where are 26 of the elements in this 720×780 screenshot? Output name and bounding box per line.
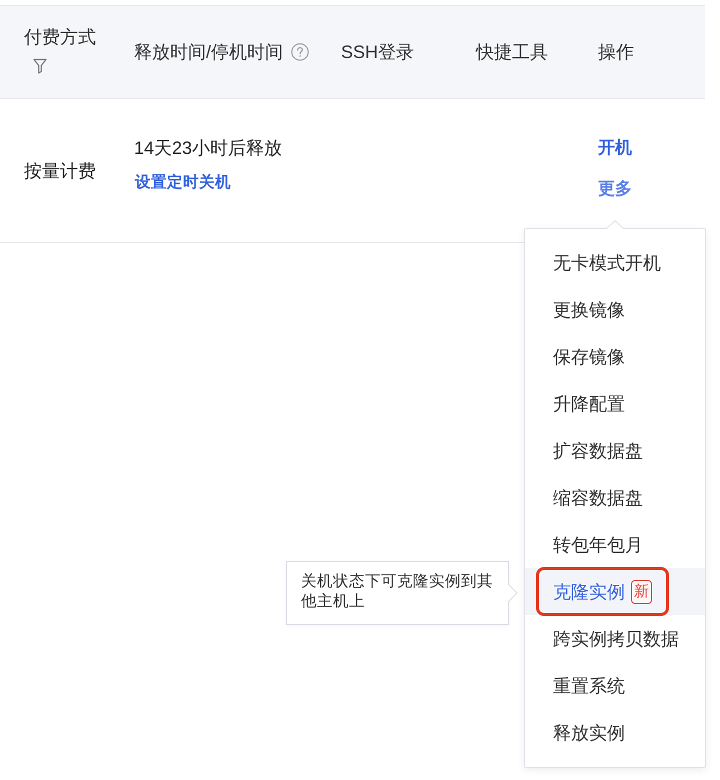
action-link[interactable]: 更多 [598,177,632,201]
menu-item[interactable]: 扩容数据盘 [525,427,705,474]
menu-item[interactable]: 升降配置 [525,380,705,427]
caret-icon [508,584,518,602]
menu-item[interactable]: 缩容数据盘 [525,474,705,521]
help-icon[interactable] [291,43,310,61]
menu-item[interactable]: 跨实例拷贝数据 [525,615,705,662]
schedule-shutdown-link[interactable]: 设置定时关机 [135,172,231,194]
new-badge: 新 [631,580,652,604]
menu-item[interactable]: 保存镜像 [525,333,705,380]
menu-item[interactable]: 更换镜像 [525,286,705,333]
release-time-text: 14天23小时后释放 [134,137,282,160]
menu-item[interactable]: 重置系统 [525,662,705,709]
action-link[interactable]: 开机 [598,136,632,160]
column-header: 释放时间/停机时间 [134,41,284,64]
column-header: 快捷工具 [476,41,548,64]
menu-item[interactable]: 转包年包月 [525,521,705,568]
tooltip: 关机状态下可克隆实例到其他主机上 [286,561,509,625]
menu-item[interactable]: 无卡模式开机 [525,239,705,286]
column-header: 操作 [598,41,634,64]
column-header: SSH登录 [341,41,414,64]
table-cell-text: 按量计费 [24,160,96,182]
menu-item[interactable]: 克隆实例 新 [525,568,705,615]
filter-icon[interactable] [33,58,47,74]
menu-item[interactable]: 释放实例 [525,709,705,756]
column-header: 付费方式 [24,26,96,49]
